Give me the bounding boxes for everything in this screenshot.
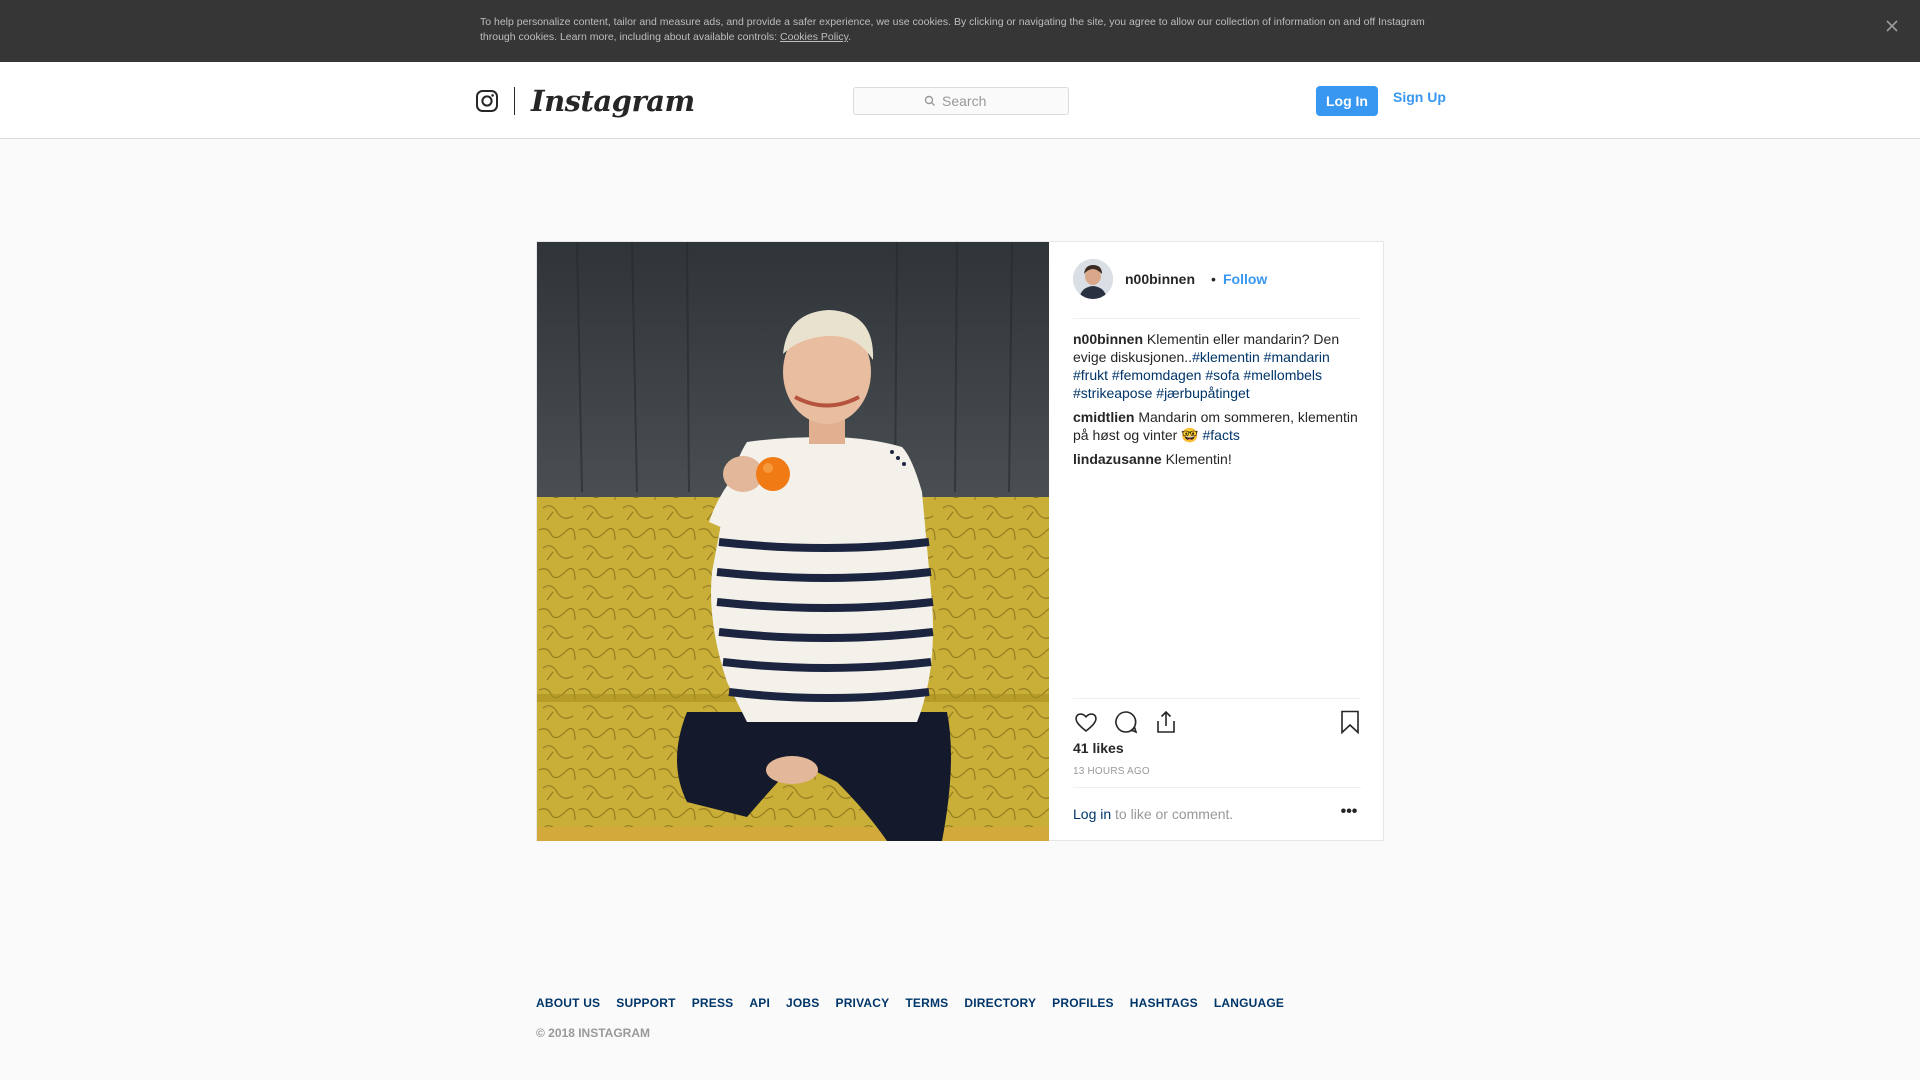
footer-link-support[interactable]: SUPPORT — [616, 996, 675, 1010]
hashtag-link[interactable]: #strikeapose — [1073, 385, 1152, 401]
username-follow-separator: • — [1211, 271, 1216, 287]
post-photo-illustration — [537, 242, 1049, 841]
cookie-banner-text: To help personalize content, tailor and … — [480, 15, 1440, 45]
comment-icon[interactable] — [1113, 709, 1139, 735]
hashtag-link[interactable]: #jærbupåtinget — [1156, 385, 1249, 401]
footer-link-api[interactable]: API — [749, 996, 770, 1010]
search-box[interactable] — [853, 87, 1069, 115]
footer-link-hashtags[interactable]: HASHTAGS — [1130, 996, 1198, 1010]
top-navbar: Instagram Log In Sign Up — [0, 62, 1920, 139]
comment-text: Klementin! — [1165, 451, 1232, 467]
cookie-banner: To help personalize content, tailor and … — [0, 0, 1920, 62]
post-actions: 41 likes 13 HOURS AGO Log in to like or … — [1073, 698, 1361, 838]
cookies-policy-link[interactable]: Cookies Policy — [780, 31, 848, 43]
search-input[interactable] — [942, 88, 1062, 114]
nav-divider — [514, 87, 515, 115]
login-to-comment: Log in to like or comment. — [1073, 806, 1233, 822]
post-username-link[interactable]: n00binnen — [1125, 271, 1195, 287]
copyright: © 2018 INSTAGRAM — [536, 1026, 650, 1040]
hashtag-link[interactable]: #frukt — [1073, 367, 1108, 383]
heart-icon[interactable] — [1073, 709, 1099, 735]
hashtag-link[interactable]: #mandarin — [1264, 349, 1330, 365]
cookie-banner-period: . — [848, 31, 852, 43]
post-timestamp[interactable]: 13 HOURS AGO — [1073, 766, 1150, 777]
cookie-banner-message: To help personalize content, tailor and … — [480, 16, 1425, 43]
hashtag-link[interactable]: #facts — [1203, 427, 1240, 443]
share-icon[interactable] — [1153, 709, 1179, 735]
likes-count[interactable]: 41 likes — [1073, 740, 1124, 756]
comment-username[interactable]: cmidtlien — [1073, 409, 1134, 425]
footer-links: ABOUT US SUPPORT PRESS API JOBS PRIVACY … — [536, 996, 1384, 1010]
login-link[interactable]: Log in — [1073, 806, 1111, 822]
avatar[interactable] — [1073, 259, 1113, 299]
more-options-icon[interactable]: ••• — [1337, 802, 1361, 826]
hashtag-link[interactable]: #femomdagen — [1112, 367, 1202, 383]
navbar-inner: Instagram Log In Sign Up — [475, 62, 1447, 139]
post-photo[interactable] — [537, 242, 1049, 841]
hashtag-link[interactable]: #klementin — [1192, 349, 1260, 365]
footer-link-jobs[interactable]: JOBS — [786, 996, 819, 1010]
comment-item: lindazusanne Klementin! — [1073, 450, 1367, 468]
post-sidebar: n00binnen • Follow n00binnen Klementin e… — [1049, 242, 1384, 841]
comments-list: n00binnen Klementin eller mandarin? Den … — [1073, 330, 1367, 474]
post-caption: n00binnen Klementin eller mandarin? Den … — [1073, 330, 1367, 402]
login-suffix-text: to like or comment. — [1111, 806, 1234, 822]
comment-username[interactable]: lindazusanne — [1073, 451, 1162, 467]
comment-item: cmidtlien Mandarin om sommeren, klementi… — [1073, 408, 1367, 444]
post-card: n00binnen • Follow n00binnen Klementin e… — [536, 241, 1384, 841]
footer-link-directory[interactable]: DIRECTORY — [964, 996, 1036, 1010]
instagram-wordmark-logo[interactable]: Instagram — [531, 84, 695, 118]
footer-link-terms[interactable]: TERMS — [905, 996, 948, 1010]
login-button[interactable]: Log In — [1316, 86, 1378, 116]
bookmark-icon[interactable] — [1337, 709, 1363, 735]
comment-login-row: Log in to like or comment. ••• — [1073, 787, 1361, 839]
footer-link-profiles[interactable]: PROFILES — [1052, 996, 1114, 1010]
footer-link-privacy[interactable]: PRIVACY — [835, 996, 889, 1010]
footer-link-press[interactable]: PRESS — [692, 996, 734, 1010]
post-header: n00binnen • Follow — [1073, 259, 1361, 319]
caption-username[interactable]: n00binnen — [1073, 331, 1143, 347]
footer-link-about-us[interactable]: ABOUT US — [536, 996, 600, 1010]
follow-button[interactable]: Follow — [1223, 271, 1267, 287]
signup-link[interactable]: Sign Up — [1393, 89, 1446, 105]
search-icon — [924, 95, 935, 106]
hashtag-link[interactable]: #mellombels — [1243, 367, 1322, 383]
hashtag-link[interactable]: #sofa — [1205, 367, 1239, 383]
footer-link-language[interactable]: LANGUAGE — [1214, 996, 1284, 1010]
close-icon[interactable] — [1882, 16, 1902, 36]
instagram-glyph-icon[interactable] — [475, 89, 499, 113]
footer: ABOUT US SUPPORT PRESS API JOBS PRIVACY … — [536, 996, 1384, 1040]
